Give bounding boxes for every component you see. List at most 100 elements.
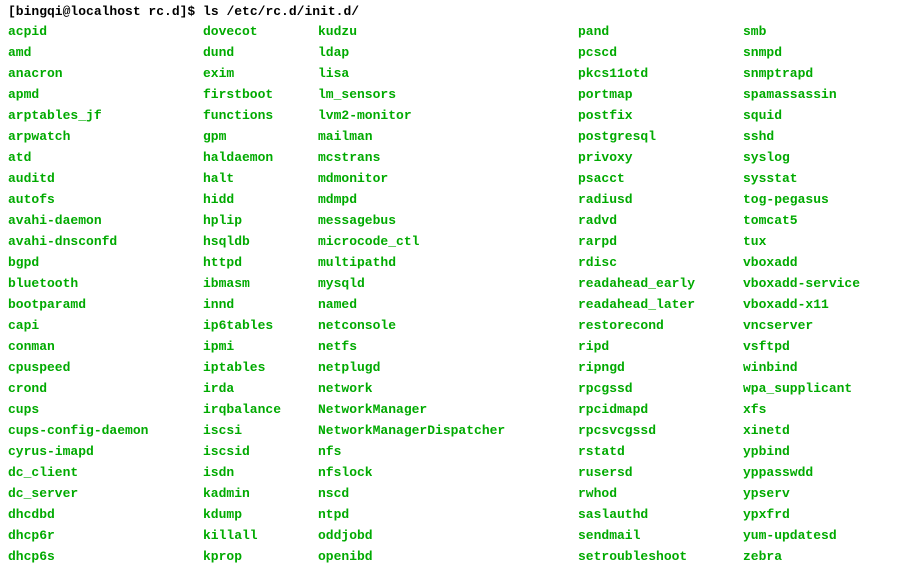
service-entry: postfix: [578, 105, 743, 126]
service-entry: lvm2-monitor: [318, 105, 578, 126]
service-entry: vboxadd-x11: [743, 294, 860, 315]
service-entry: rpcidmapd: [578, 399, 743, 420]
service-entry: functions: [203, 105, 318, 126]
service-entry: multipathd: [318, 252, 578, 273]
output-column-3: kudzuldaplisalm_sensorslvm2-monitormailm…: [318, 21, 578, 567]
service-entry: vboxadd-service: [743, 273, 860, 294]
service-entry: innd: [203, 294, 318, 315]
service-entry: httpd: [203, 252, 318, 273]
service-entry: zebra: [743, 546, 860, 567]
service-entry: nfs: [318, 441, 578, 462]
service-entry: snmpd: [743, 42, 860, 63]
shell-prompt: [bingqi@localhost rc.d]$: [8, 4, 203, 19]
service-entry: dhcp6s: [8, 546, 203, 567]
output-column-5: smbsnmpdsnmptrapdspamassassinsquidsshdsy…: [743, 21, 860, 567]
service-entry: ypbind: [743, 441, 860, 462]
service-entry: rstatd: [578, 441, 743, 462]
service-entry: bootparamd: [8, 294, 203, 315]
service-entry: snmptrapd: [743, 63, 860, 84]
service-entry: xfs: [743, 399, 860, 420]
service-entry: kadmin: [203, 483, 318, 504]
service-entry: kprop: [203, 546, 318, 567]
service-entry: rarpd: [578, 231, 743, 252]
service-entry: microcode_ctl: [318, 231, 578, 252]
service-entry: ypserv: [743, 483, 860, 504]
service-entry: mcstrans: [318, 147, 578, 168]
service-entry: spamassassin: [743, 84, 860, 105]
service-entry: acpid: [8, 21, 203, 42]
service-entry: rwhod: [578, 483, 743, 504]
service-entry: crond: [8, 378, 203, 399]
service-entry: ibmasm: [203, 273, 318, 294]
service-entry: winbind: [743, 357, 860, 378]
service-entry: dund: [203, 42, 318, 63]
service-entry: smb: [743, 21, 860, 42]
service-entry: cyrus-imapd: [8, 441, 203, 462]
service-entry: mdmpd: [318, 189, 578, 210]
service-entry: netplugd: [318, 357, 578, 378]
service-entry: amd: [8, 42, 203, 63]
service-entry: vsftpd: [743, 336, 860, 357]
service-entry: killall: [203, 525, 318, 546]
service-entry: syslog: [743, 147, 860, 168]
service-entry: cups: [8, 399, 203, 420]
service-entry: cups-config-daemon: [8, 420, 203, 441]
service-entry: irda: [203, 378, 318, 399]
service-entry: ripd: [578, 336, 743, 357]
service-entry: xinetd: [743, 420, 860, 441]
service-entry: hidd: [203, 189, 318, 210]
output-column-4: pandpcscdpkcs11otdportmappostfixpostgres…: [578, 21, 743, 567]
service-entry: nfslock: [318, 462, 578, 483]
service-entry: readahead_later: [578, 294, 743, 315]
service-entry: postgresql: [578, 126, 743, 147]
service-entry: rdisc: [578, 252, 743, 273]
service-entry: pkcs11otd: [578, 63, 743, 84]
service-entry: gpm: [203, 126, 318, 147]
service-entry: pand: [578, 21, 743, 42]
service-entry: tog-pegasus: [743, 189, 860, 210]
service-entry: messagebus: [318, 210, 578, 231]
service-entry: pcscd: [578, 42, 743, 63]
service-entry: squid: [743, 105, 860, 126]
service-entry: iptables: [203, 357, 318, 378]
service-entry: portmap: [578, 84, 743, 105]
service-entry: dc_server: [8, 483, 203, 504]
service-entry: named: [318, 294, 578, 315]
service-entry: ripngd: [578, 357, 743, 378]
service-entry: nscd: [318, 483, 578, 504]
service-entry: privoxy: [578, 147, 743, 168]
shell-command: ls /etc/rc.d/init.d/: [203, 4, 359, 19]
service-entry: isdn: [203, 462, 318, 483]
service-entry: exim: [203, 63, 318, 84]
service-entry: arptables_jf: [8, 105, 203, 126]
service-entry: yppasswdd: [743, 462, 860, 483]
service-entry: saslauthd: [578, 504, 743, 525]
service-entry: restorecond: [578, 315, 743, 336]
service-entry: setroubleshoot: [578, 546, 743, 567]
service-entry: NetworkManagerDispatcher: [318, 420, 578, 441]
ls-output: acpidamdanacronapmdarptables_jfarpwatcha…: [8, 21, 906, 567]
service-entry: avahi-dnsconfd: [8, 231, 203, 252]
service-entry: lm_sensors: [318, 84, 578, 105]
service-entry: ypxfrd: [743, 504, 860, 525]
service-entry: auditd: [8, 168, 203, 189]
service-entry: arpwatch: [8, 126, 203, 147]
service-entry: kudzu: [318, 21, 578, 42]
service-entry: NetworkManager: [318, 399, 578, 420]
service-entry: sendmail: [578, 525, 743, 546]
service-entry: oddjobd: [318, 525, 578, 546]
service-entry: wpa_supplicant: [743, 378, 860, 399]
service-entry: network: [318, 378, 578, 399]
service-entry: irqbalance: [203, 399, 318, 420]
service-entry: psacct: [578, 168, 743, 189]
service-entry: radiusd: [578, 189, 743, 210]
service-entry: haldaemon: [203, 147, 318, 168]
service-entry: autofs: [8, 189, 203, 210]
service-entry: netfs: [318, 336, 578, 357]
service-entry: iscsid: [203, 441, 318, 462]
service-entry: hsqldb: [203, 231, 318, 252]
service-entry: vncserver: [743, 315, 860, 336]
service-entry: bgpd: [8, 252, 203, 273]
service-entry: sysstat: [743, 168, 860, 189]
service-entry: dc_client: [8, 462, 203, 483]
